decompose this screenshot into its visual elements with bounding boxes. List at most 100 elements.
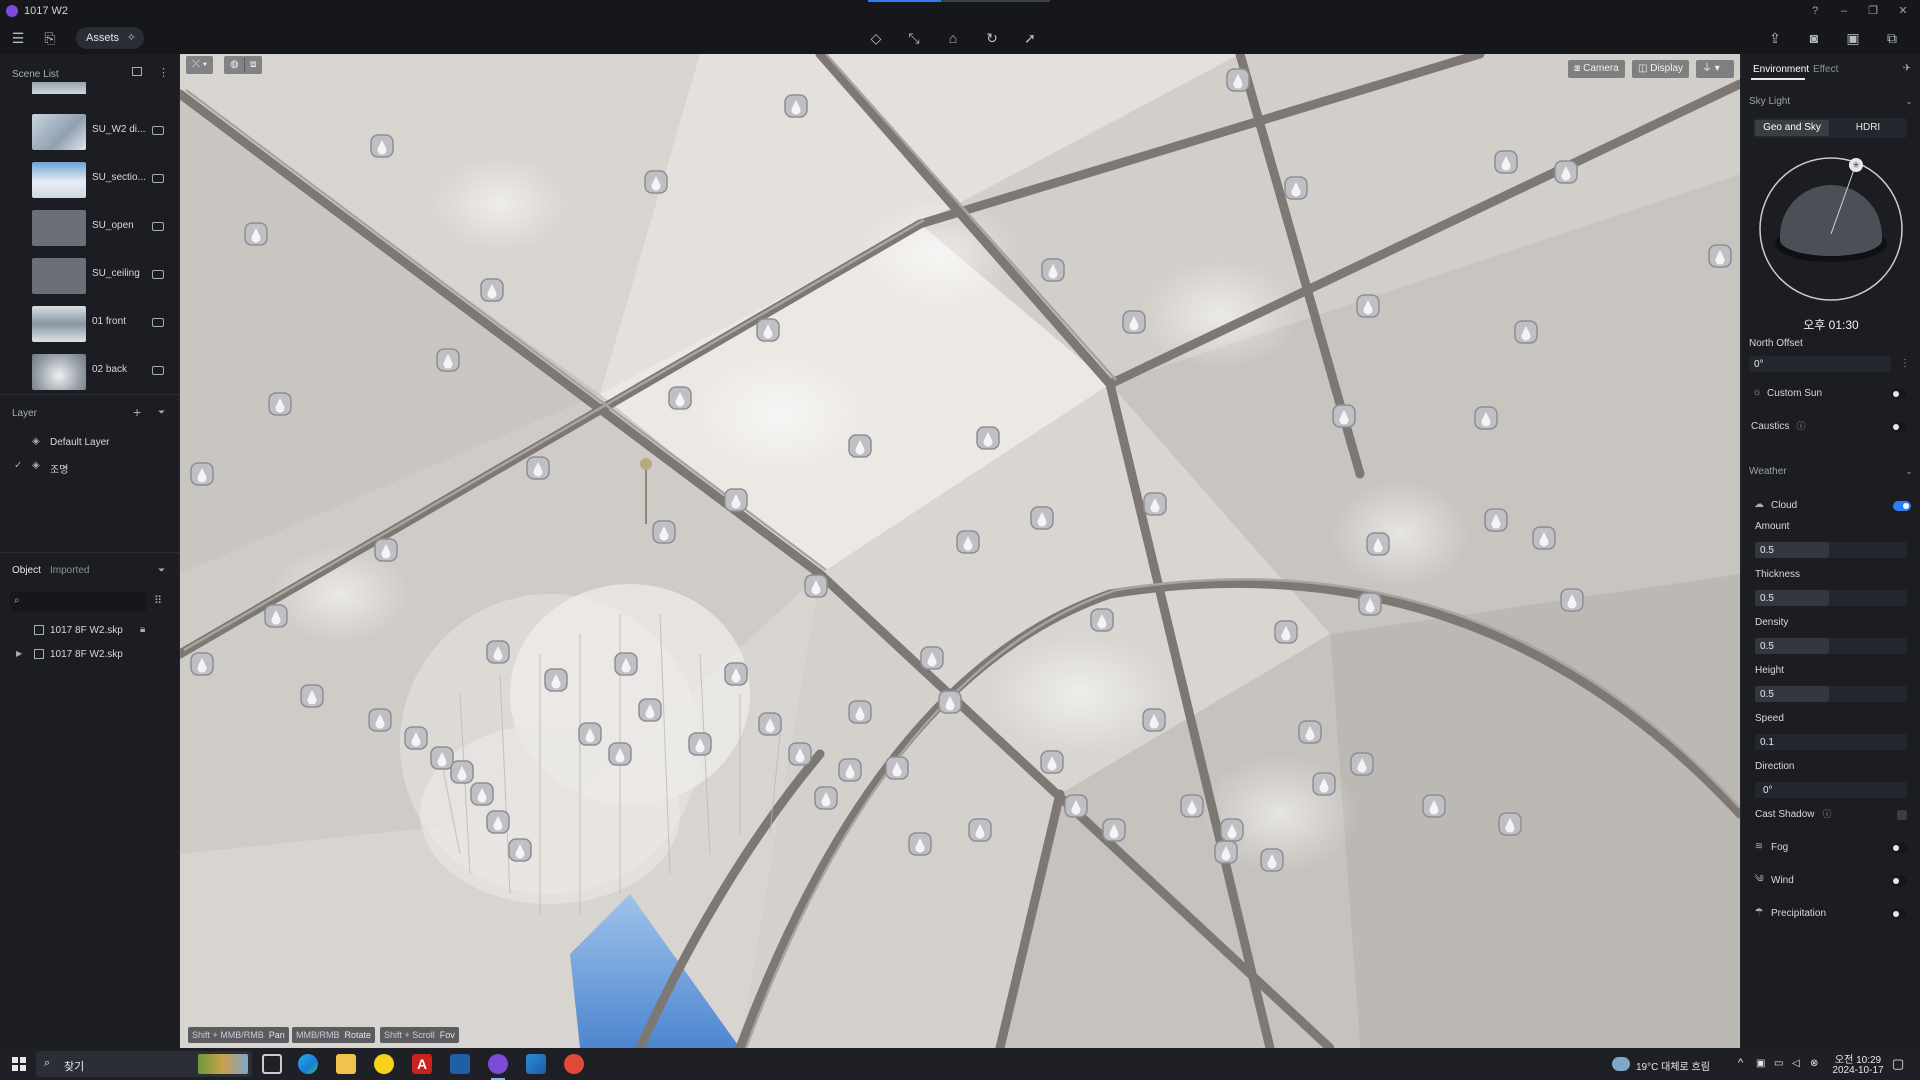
wind-label: Wind [1771,875,1794,886]
scene-item[interactable]: SU_sectio... [32,160,172,200]
render-queue-icon[interactable]: ⧉ [1882,28,1902,48]
screenshot-camera-icon[interactable]: ◙ [1804,28,1824,48]
thickness-slider[interactable]: 0.5 [1755,590,1907,606]
fog-toggle[interactable] [1891,843,1907,853]
camera-icon[interactable] [152,126,164,135]
clock-date[interactable]: 2024-10-17 [1828,1065,1888,1076]
video-icon[interactable]: ▣ [1843,28,1863,48]
chevron-down-icon[interactable]: ⌄ [1903,96,1915,108]
restore-button[interactable]: ❐ [1866,4,1880,18]
sketchup-icon[interactable] [450,1054,470,1074]
expand-arrow-icon[interactable]: ▶ [16,649,22,658]
scene-item[interactable]: 01 front [32,304,172,344]
volume-icon[interactable]: ◁ [1792,1058,1800,1069]
add-scene-icon[interactable] [132,67,142,76]
notification-icon[interactable]: ▢ [1892,1056,1904,1072]
photo-app-icon[interactable] [526,1054,546,1074]
geo-and-sky-tab[interactable]: Geo and Sky [1755,120,1829,136]
more-options-icon[interactable]: ⋮ [1899,358,1911,370]
camera-icon[interactable] [152,318,164,327]
sun-position-dial[interactable] [1758,156,1904,302]
taskbar-search-box[interactable]: ⌕ 찾기 [36,1051,252,1077]
grid-view-icon[interactable]: ⠿ [154,594,162,607]
custom-sun-toggle[interactable] [1891,389,1907,399]
globe-icon[interactable]: ◍ [224,56,245,74]
lighting-mode-dropdown[interactable]: ⏚ ▾ [1696,60,1734,78]
network-icon[interactable]: ▣ [1756,1058,1765,1069]
object-row[interactable]: 1017 8F W2.skp 🔒︎ [0,620,180,642]
scene-item[interactable]: SU_open [32,208,172,248]
camera-icon[interactable] [152,270,164,279]
ime-icon[interactable]: ⊗ [1810,1058,1818,1069]
chevron-down-icon[interactable]: ⌄ [1903,466,1915,478]
scene-item[interactable]: SU_ceiling [32,256,172,296]
path-tool-icon[interactable]: ⤡ [904,28,924,48]
gallery-icon[interactable]: ⧈ [244,56,263,74]
camera-icon[interactable] [152,222,164,231]
wind-toggle[interactable] [1891,876,1907,886]
sun-handle-icon[interactable]: ✳ [1849,158,1863,172]
file-explorer-icon[interactable] [336,1054,356,1074]
close-button[interactable]: ✕ [1896,4,1910,18]
caustics-toggle[interactable] [1891,422,1907,432]
export-icon[interactable]: ⇪ [1765,28,1785,48]
hdri-tab[interactable]: HDRI [1831,120,1905,136]
clock-time[interactable]: 오전 10:29 [1828,1051,1888,1066]
edge-browser-icon[interactable] [298,1054,318,1074]
rotate-tool-icon[interactable]: ↻ [982,28,1002,48]
tray-chevron-icon[interactable]: ^ [1738,1057,1743,1069]
pointer-tool-icon[interactable]: ➚ [1020,28,1040,48]
scene-item[interactable]: 02 back [32,352,172,392]
precipitation-toggle[interactable] [1891,909,1907,919]
assets-button[interactable]: Assets ✧ [76,27,144,49]
camera-icon[interactable] [152,366,164,375]
tab-effect[interactable]: Effect [1813,64,1838,75]
layer-filter-icon[interactable]: ⏷ [158,407,165,418]
display-icon[interactable]: ▭ [1774,1058,1783,1069]
object-search-input[interactable]: ⌕ [10,592,146,612]
kakaotalk-icon[interactable] [374,1054,394,1074]
check-icon[interactable]: ✓ [14,460,22,471]
scene-thumbnail-partial[interactable] [32,82,86,94]
height-slider[interactable]: 0.5 [1755,686,1907,702]
pin-icon[interactable]: ✈ [1901,63,1913,75]
d5-render-icon[interactable] [488,1054,508,1074]
lock-icon[interactable]: 🔒︎ [140,624,145,635]
scene-item[interactable]: SU_W2 di... [32,112,172,152]
object-row[interactable]: ▶ 1017 8F W2.skp [0,644,180,666]
density-slider[interactable]: 0.5 [1755,638,1907,654]
cloud-toggle[interactable] [1893,501,1911,511]
shortcut-hint: Shift + Scroll Fov [380,1027,459,1043]
pinned-app-icon[interactable] [564,1054,584,1074]
water-drop-icon[interactable]: ◇ [866,28,886,48]
help-circle-icon[interactable]: ⓘ [1821,808,1833,820]
weather-status[interactable]: 19°C 대체로 흐림 [1636,1058,1710,1073]
object-filter-icon[interactable]: ⏷ [158,565,165,576]
help-icon[interactable]: ? [1808,4,1822,18]
add-layer-icon[interactable]: + [133,404,141,420]
north-offset-input[interactable]: 0° [1749,356,1891,372]
import-file-icon[interactable]: ⎘ [40,28,60,48]
menu-icon[interactable]: ☰ [8,28,28,48]
tab-environment[interactable]: Environment [1753,64,1809,75]
cast-shadow-checkbox[interactable] [1897,810,1907,820]
display-button[interactable]: ◫ Display [1632,60,1690,78]
camera-button[interactable]: ⧆ Camera [1568,60,1625,78]
leaf-tool-icon[interactable]: ⌂ [943,28,963,48]
transform-tool-dropdown[interactable]: ⤬ ▾ [186,56,213,74]
direction-input[interactable]: 0° [1755,782,1907,798]
tab-imported[interactable]: Imported [50,565,89,576]
3d-viewport[interactable]: ⤬ ▾ ◍ ⧈ ⧆ Camera ◫ Display ⏚ ▾ Shift + M… [180,54,1740,1048]
speed-input[interactable]: 0.1 [1755,734,1907,750]
minimize-button[interactable]: – [1837,4,1851,18]
help-circle-icon[interactable]: ⓘ [1795,420,1807,432]
tab-object[interactable]: Object [12,565,41,576]
camera-icon[interactable] [152,174,164,183]
layer-row[interactable]: ◈ Default Layer [0,432,180,454]
acrobat-icon[interactable]: A [412,1054,432,1074]
windows-start-icon[interactable] [12,1057,26,1071]
layer-row[interactable]: ✓ ◈ 조명 [0,456,180,478]
amount-slider[interactable]: 0.5 [1755,542,1907,558]
task-view-icon[interactable] [262,1054,282,1074]
scene-more-icon[interactable]: ⋮ [158,66,169,79]
